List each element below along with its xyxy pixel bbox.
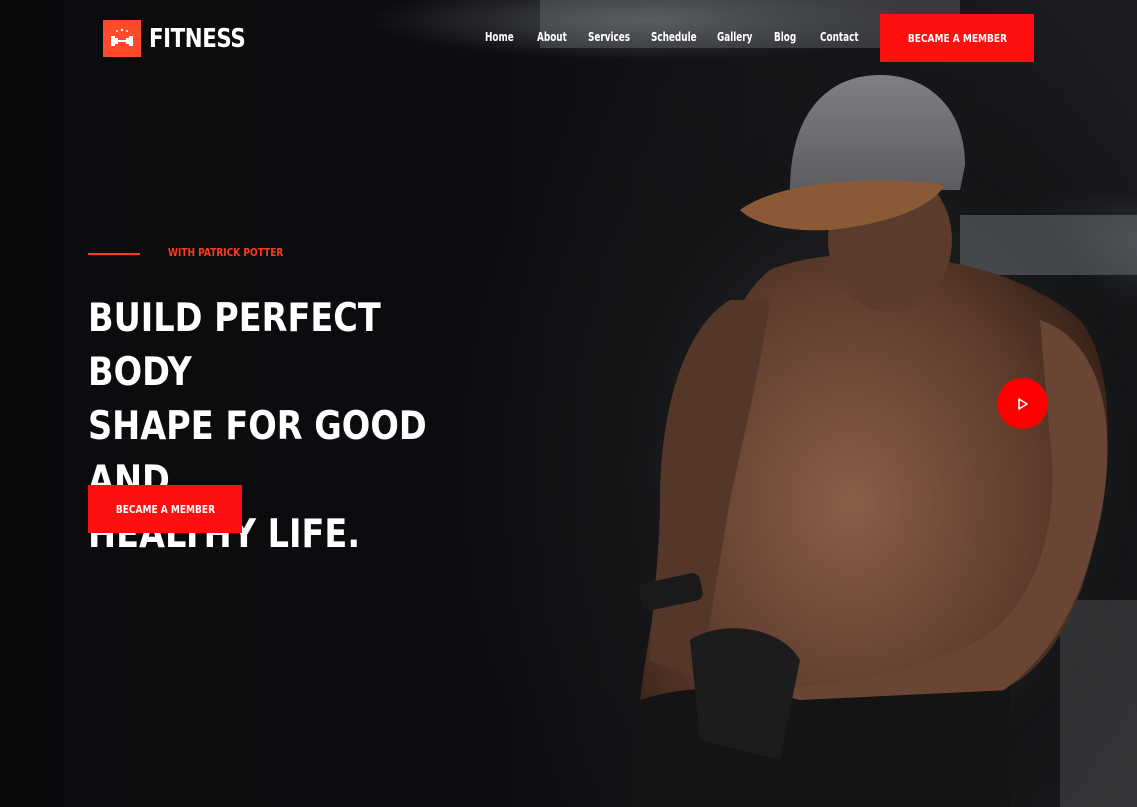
nav-home[interactable]: Home <box>485 30 514 44</box>
hero-member-button[interactable]: BECAME A MEMBER <box>88 485 242 533</box>
hero-member-button-label: BECAME A MEMBER <box>115 502 215 516</box>
play-icon <box>1017 397 1028 410</box>
brand-logo[interactable]: FITNESS <box>103 20 266 57</box>
header-member-button[interactable]: BECAME A MEMBER <box>880 14 1034 62</box>
nav-services[interactable]: Services <box>588 30 630 44</box>
hero-tagline: WITH PATRICK POTTER <box>168 246 284 259</box>
brand-name: FITNESS <box>149 23 246 54</box>
nav-gallery[interactable]: Gallery <box>717 30 752 44</box>
dumbbell-icon <box>103 20 141 57</box>
play-video-button[interactable] <box>997 378 1048 429</box>
nav-contact[interactable]: Contact <box>820 30 859 44</box>
nav-about[interactable]: About <box>537 30 567 44</box>
nav-schedule[interactable]: Schedule <box>651 30 697 44</box>
header-member-button-label: BECAME A MEMBER <box>907 31 1007 45</box>
headline-line-1: BUILD PERFECT BODY <box>88 296 381 395</box>
tagline-divider <box>88 253 140 255</box>
nav-blog[interactable]: Blog <box>774 30 796 44</box>
